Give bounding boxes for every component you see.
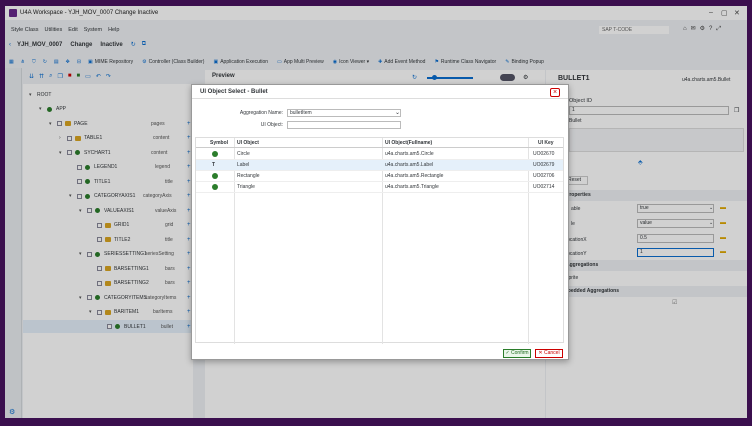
col-ui-object[interactable]: UI Object <box>237 138 259 148</box>
dialog-title: UI Object Select - Bullet <box>200 89 268 95</box>
ui-object-table: Symbol UI Object UI Object(Fullname) UI … <box>195 137 564 344</box>
col-symbol[interactable]: Symbol <box>210 138 228 148</box>
table-row[interactable]: Triangle u4a.charts.am5.Triangle UO02714 <box>196 182 563 193</box>
control-symbol-icon <box>212 171 218 182</box>
ui-object-fullname: u4a.charts.am5.Triangle <box>385 184 439 190</box>
table-row[interactable]: T Label u4a.charts.am5.Label UO02679 <box>196 160 563 171</box>
text-symbol-icon: T <box>212 162 216 168</box>
ui-object-fullname: u4a.charts.am5.Circle <box>385 151 434 157</box>
confirm-button[interactable]: ✓ Confirm <box>503 349 531 358</box>
ui-object-name: Label <box>237 162 250 168</box>
ui-object-key: UO02714 <box>533 184 555 190</box>
ui-object-key: UO02679 <box>533 162 555 168</box>
ui-object-label: UI Object: <box>260 122 283 128</box>
col-ui-key[interactable]: UI Key <box>538 138 554 148</box>
table-row[interactable]: Rectangle u4a.charts.am5.Rectangle UO02706 <box>196 171 563 182</box>
table-row[interactable]: Circle u4a.charts.am5.Circle UO02670 <box>196 149 563 160</box>
ui-object-fullname: u4a.charts.am5.Label <box>385 162 434 168</box>
app-window: U4A Workspace - YJH_MOV_0007 Change Inac… <box>5 6 747 418</box>
control-symbol-icon <box>212 149 218 160</box>
ui-object-key: UO02706 <box>533 173 555 179</box>
ui-object-input[interactable] <box>287 121 401 129</box>
ui-object-name: Circle <box>237 151 250 157</box>
ui-object-fullname: u4a.charts.am5.Rectangle <box>385 173 444 179</box>
aggregation-name-label: Aggregation Name: <box>239 110 283 116</box>
control-symbol-icon <box>212 182 218 193</box>
dialog-close-button[interactable]: × <box>550 88 560 97</box>
ui-object-key: UO02670 <box>533 151 555 157</box>
ui-object-select-dialog: UI Object Select - Bullet × Aggregation … <box>191 84 569 360</box>
check-icon: ✓ <box>505 350 510 356</box>
cancel-x-icon: ✕ <box>538 350 543 356</box>
ui-object-name: Triangle <box>237 184 255 190</box>
aggregation-name-select[interactable]: bulletItem <box>287 109 401 117</box>
ui-object-name: Rectangle <box>237 173 260 179</box>
col-fullname[interactable]: UI Object(Fullname) <box>385 138 432 148</box>
aggregation-dropdown-icon[interactable]: ⌄ <box>395 109 400 116</box>
cancel-button[interactable]: ✕ Cancel <box>535 349 563 358</box>
